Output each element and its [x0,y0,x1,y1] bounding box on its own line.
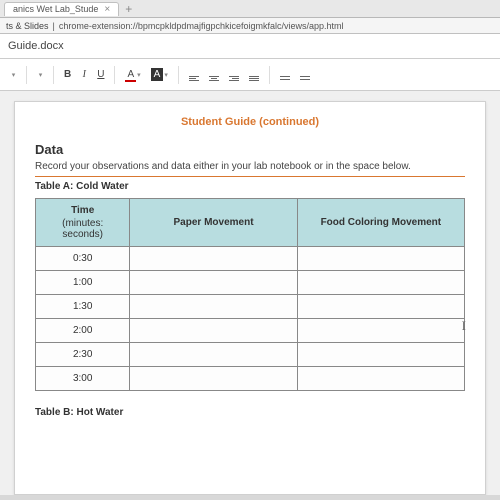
document-page[interactable]: Student Guide (continued) Data Record yo… [14,101,486,495]
guide-header: Student Guide (continued) [35,116,465,128]
table-b-label: Table B: Hot Water [35,407,465,418]
toolbar-separator [26,66,27,84]
style-dropdown[interactable]: ▾ [6,67,20,82]
text-cursor-icon: I [462,318,466,334]
bullet-list-button[interactable] [296,67,314,82]
align-right-button[interactable] [225,67,243,83]
toolbar-separator [53,66,54,84]
browser-tab-bar: anics Wet Lab_Stude × + [0,0,500,18]
food-cell[interactable] [297,343,464,367]
data-instruction: Record your observations and data either… [35,161,465,177]
table-row[interactable]: 1:00 [36,271,465,295]
food-cell[interactable] [297,247,464,271]
align-left-button[interactable] [185,67,203,83]
align-justify-button[interactable] [245,67,263,83]
time-cell[interactable]: 2:00 [36,319,130,343]
bold-button[interactable]: B [60,67,75,82]
filename-bar: Guide.docx [0,34,500,59]
time-cell[interactable]: 2:30 [36,343,130,367]
address-url[interactable]: chrome-extension://bpmcpkldpdmajfigpchki… [59,21,344,31]
italic-button[interactable]: I [77,67,91,82]
col-paper-header: Paper Movement [130,199,297,247]
table-row[interactable]: 3:00 [36,367,465,391]
table-row[interactable]: 1:30 [36,295,465,319]
new-tab-button[interactable]: + [125,2,132,16]
col-food-header: Food Coloring Movement [297,199,464,247]
numbered-list-button[interactable] [276,67,294,82]
table-row[interactable]: 2:00 [36,319,465,343]
table-row[interactable]: 0:30 [36,247,465,271]
toolbar-separator [178,66,179,84]
font-color-button[interactable]: A▾ [121,67,144,82]
toolbar-separator [114,66,115,84]
paper-cell[interactable] [130,271,297,295]
address-bar: ts & Slides | chrome-extension://bpmcpkl… [0,18,500,34]
food-cell[interactable] [297,367,464,391]
paper-cell[interactable] [130,319,297,343]
col-time-header: Time (minutes: seconds) [36,199,130,247]
food-cell[interactable] [297,271,464,295]
font-dropdown[interactable]: ▾ [33,67,47,82]
time-cell[interactable]: 3:00 [36,367,130,391]
table-a-label: Table A: Cold Water [35,181,465,192]
address-separator: | [53,21,55,31]
fill-color-button[interactable]: A▾ [147,67,172,82]
underline-button[interactable]: U [93,67,108,82]
table-row[interactable]: 2:30 [36,343,465,367]
tab-title: anics Wet Lab_Stude [13,4,98,14]
table-a: Time (minutes: seconds) Paper Movement F… [35,198,465,391]
document-area: Student Guide (continued) Data Record yo… [0,91,500,495]
paper-cell[interactable] [130,295,297,319]
paper-cell[interactable] [130,343,297,367]
close-icon[interactable]: × [104,4,110,15]
formatting-toolbar: ▾ ▾ B I U A▾ A▾ [0,59,500,91]
browser-tab[interactable]: anics Wet Lab_Stude × [4,2,119,16]
paper-cell[interactable] [130,247,297,271]
paper-cell[interactable] [130,367,297,391]
align-center-button[interactable] [205,67,223,83]
data-heading: Data [35,142,465,157]
toolbar-separator [269,66,270,84]
table-header-row: Time (minutes: seconds) Paper Movement F… [36,199,465,247]
time-cell[interactable]: 1:00 [36,271,130,295]
document-filename: Guide.docx [8,40,64,52]
food-cell[interactable] [297,319,464,343]
time-cell[interactable]: 0:30 [36,247,130,271]
address-prefix: ts & Slides [6,21,49,31]
food-cell[interactable] [297,295,464,319]
time-cell[interactable]: 1:30 [36,295,130,319]
